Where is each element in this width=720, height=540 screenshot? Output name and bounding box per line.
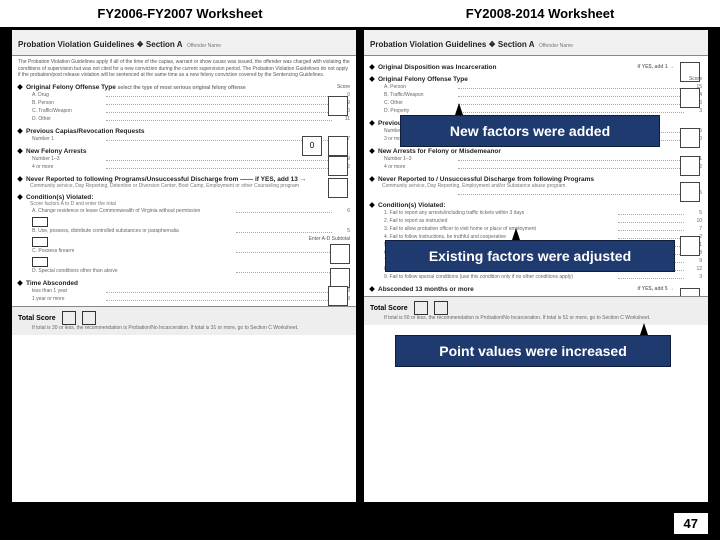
list-item: D. Special conditions other than above: [32, 267, 232, 275]
left-s1-title: Original Felony Offense Type: [26, 84, 116, 91]
comparison-header: FY2006-FY2007 Worksheet FY2008-2014 Work…: [0, 0, 720, 28]
page-number: 47: [674, 513, 708, 534]
list-value: 11: [336, 115, 350, 123]
callout-new-factors: New factors were added: [400, 115, 660, 147]
right-s5-title: Condition(s) Violated:: [378, 202, 445, 209]
list-item: B. Traffic/Weapon: [384, 91, 454, 99]
right-s6-sub: if YES, add 5 →: [637, 286, 674, 292]
list-item: 4 or more: [32, 163, 102, 171]
sub-box: [32, 257, 48, 267]
right-total-row: Total Score If total is 50 or less, the …: [364, 296, 708, 325]
right-s1-scorebox: [680, 88, 700, 108]
callout-arrow-icon: [512, 228, 520, 240]
callout-adjusted-factors: Existing factors were adjusted: [385, 240, 675, 272]
left-s6-title: Time Absconded: [26, 280, 78, 287]
list-value: 12: [688, 265, 702, 273]
left-worksheet: Probation Violation Guidelines ❖ Section…: [12, 30, 356, 502]
list-value: 5: [336, 227, 350, 235]
left-s2-title: Previous Capias/Revocation Requests: [26, 128, 145, 135]
right-s5-scorebox: [680, 236, 700, 256]
left-total-box2: [82, 311, 96, 325]
list-value: 5: [688, 209, 702, 217]
right-title: FY2008-2014 Worksheet: [360, 0, 720, 27]
left-instruction-note: The Probation Violation Guidelines apply…: [12, 56, 356, 82]
list-item: B. Use, possess, distribute controlled s…: [32, 227, 232, 235]
right-s1-title: Original Felony Offense Type: [378, 76, 468, 83]
right-s6-title: Absconded 13 months or more: [378, 286, 474, 293]
left-title: FY2006-FY2007 Worksheet: [0, 0, 360, 27]
right-total-label: Total Score: [370, 305, 408, 312]
list-value: 3: [688, 107, 702, 115]
sub-box: [32, 217, 48, 227]
score-label: Score: [337, 84, 350, 90]
list-item: Number 1: [32, 135, 102, 143]
list-item: C. Possess firearm: [32, 247, 232, 255]
left-s1-scorebox: [328, 96, 348, 116]
list-item: Number 1–3: [384, 155, 454, 163]
right-s0-title: Original Disposition was Incarceration: [378, 64, 496, 71]
left-sheet-title: Probation Violation Guidelines ❖ Section…: [18, 40, 183, 49]
sub-box: [32, 237, 48, 247]
left-s4-title: Never Reported to following Programs/Uns…: [26, 176, 306, 183]
right-sheet-title: Probation Violation Guidelines ❖ Section…: [370, 40, 535, 49]
score-label: Score: [689, 76, 702, 82]
list-item: C. Traffic/Weapon: [32, 107, 102, 115]
left-s5-subtotal-box: [330, 244, 350, 264]
right-s3-title: New Arrests for Felony or Misdemeanor: [378, 148, 501, 155]
left-total-label: Total Score: [18, 314, 56, 321]
list-item: A. Person: [384, 83, 454, 91]
right-total-note: If total is 50 or less, the recommendati…: [370, 315, 702, 321]
callout-arrow-icon: [455, 103, 463, 115]
list-value: 10: [688, 217, 702, 225]
callout-arrow-icon: [640, 323, 648, 335]
list-item: B. Person: [32, 99, 102, 107]
left-total-box1: [62, 311, 76, 325]
list-value: 9: [688, 257, 702, 265]
list-item: [384, 189, 454, 197]
left-s3-scorebox: [328, 156, 348, 176]
left-s3-title: New Felony Arrests: [26, 148, 86, 155]
list-value: 6: [336, 207, 350, 215]
left-s4-note: Community service, Day Reporting, Detent…: [18, 183, 350, 189]
left-s6-scorebox: [328, 286, 348, 306]
right-s0-sub: if YES, add 1 →: [637, 64, 674, 70]
right-total-box2: [434, 301, 448, 315]
list-item: D. Property: [384, 107, 454, 115]
right-sheet-sub: Offender Name: [539, 43, 573, 49]
list-item: A. Drug: [32, 91, 102, 99]
list-item: 9. Fail to follow special conditions (us…: [384, 273, 614, 281]
left-s5-title: Condition(s) Violated:: [26, 194, 93, 201]
right-total-box1: [414, 301, 428, 315]
left-sheet-sub: Offender Name: [187, 43, 221, 49]
list-item: D. Other: [32, 115, 102, 123]
list-item: 4 or more: [384, 163, 454, 171]
right-s2-scorebox: [680, 128, 700, 148]
list-item: less than 1 year: [32, 287, 102, 295]
left-total-row: Total Score If total is 30 or less, the …: [12, 306, 356, 335]
callout-point-values: Point values were increased: [395, 335, 671, 367]
right-s4-title: Never Reported to / Unsuccessful Dischar…: [378, 176, 594, 183]
list-item: C. Other: [384, 99, 454, 107]
list-item: 2. Fail to report as instructed: [384, 217, 614, 225]
left-total-note: If total is 30 or less, the recommendati…: [18, 325, 350, 331]
list-value: 3: [688, 273, 702, 281]
list-item: 3. Fail to allow probation officer to vi…: [384, 225, 614, 233]
list-item: 1 year or more: [32, 295, 102, 303]
list-value: 7: [688, 225, 702, 233]
enter-subtotal-label: Enter A-D Subtotal: [309, 236, 350, 242]
right-s3-scorebox: [680, 156, 700, 176]
list-item: Number 1–3: [32, 155, 102, 163]
right-s4-scorebox: [680, 182, 700, 202]
list-item: A. Change residence or leave Commonwealt…: [32, 207, 232, 215]
list-item: 1. Fail to report any arrests/including …: [384, 209, 614, 217]
